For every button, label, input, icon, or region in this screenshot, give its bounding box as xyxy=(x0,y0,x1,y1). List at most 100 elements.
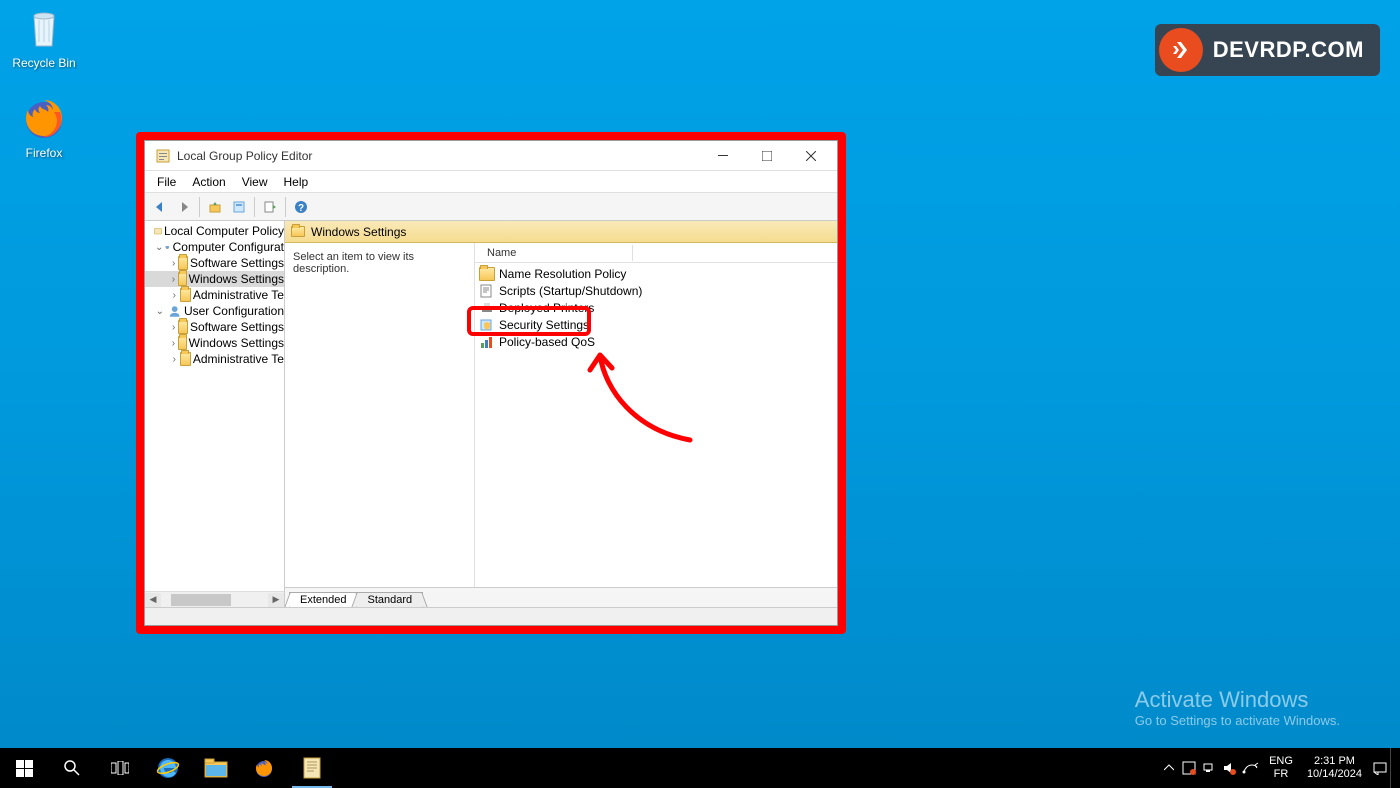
start-button[interactable] xyxy=(0,748,48,788)
list-item-label: Policy-based QoS xyxy=(499,335,595,349)
back-button[interactable] xyxy=(149,196,171,218)
firefox-icon[interactable]: Firefox xyxy=(4,94,84,160)
tree-user-config[interactable]: ⌄ User Configuration xyxy=(145,303,284,319)
help-button[interactable]: ? xyxy=(290,196,312,218)
scroll-left-icon[interactable]: ◀ xyxy=(145,593,161,607)
toolbar: ? xyxy=(145,193,837,221)
printer-icon xyxy=(479,301,495,315)
list-header[interactable]: Name xyxy=(475,243,837,263)
script-icon xyxy=(479,284,495,298)
menu-help[interactable]: Help xyxy=(276,173,317,191)
tree-uc-software[interactable]: › Software Settings xyxy=(145,319,284,335)
tray-volume-icon[interactable] xyxy=(1219,748,1239,788)
tree-cc-admin[interactable]: › Administrative Te xyxy=(145,287,284,303)
up-button[interactable] xyxy=(204,196,226,218)
tree-pane[interactable]: Local Computer Policy ⌄ Computer Configu… xyxy=(145,221,285,607)
maximize-button[interactable] xyxy=(745,142,789,170)
list-item-security[interactable]: Security Settings xyxy=(475,316,837,333)
scroll-right-icon[interactable]: ▶ xyxy=(268,593,284,607)
content-pane: Windows Settings Select an item to view … xyxy=(285,221,837,607)
view-tabs: Extended Standard xyxy=(285,587,837,607)
tree-cc-software[interactable]: › Software Settings xyxy=(145,255,284,271)
tree-root[interactable]: Local Computer Policy xyxy=(145,223,284,239)
content-header: Windows Settings xyxy=(285,221,837,243)
content-header-label: Windows Settings xyxy=(311,225,406,239)
menubar: File Action View Help xyxy=(145,171,837,193)
lang-secondary: FR xyxy=(1269,768,1293,781)
lang-primary: ENG xyxy=(1269,755,1293,768)
taskbar-ie[interactable] xyxy=(144,748,192,788)
menu-file[interactable]: File xyxy=(149,173,184,191)
recycle-bin-icon[interactable]: Recycle Bin xyxy=(4,4,84,70)
description-pane: Select an item to view its description. xyxy=(285,243,475,587)
tree-uc-admin[interactable]: › Administrative Te xyxy=(145,351,284,367)
window-title: Local Group Policy Editor xyxy=(177,149,701,163)
tree-label: Computer Configurat xyxy=(173,240,284,254)
export-button[interactable] xyxy=(259,196,281,218)
qos-icon xyxy=(479,335,495,349)
menu-view[interactable]: View xyxy=(234,173,276,191)
col-name[interactable]: Name xyxy=(483,245,633,261)
tree-label: Windows Settings xyxy=(189,336,284,350)
folder-icon xyxy=(291,226,305,237)
close-button[interactable] xyxy=(789,142,833,170)
tree-hscrollbar[interactable]: ◀ ▶ xyxy=(145,591,284,607)
taskbar-gpedit[interactable] xyxy=(288,748,336,788)
tree-cc-windows[interactable]: › Windows Settings xyxy=(145,271,284,287)
taskbar-firefox[interactable] xyxy=(240,748,288,788)
description-text: Select an item to view its description. xyxy=(293,251,414,275)
list-item-nrp[interactable]: Name Resolution Policy xyxy=(475,265,837,282)
statusbar xyxy=(145,607,837,625)
folder-icon xyxy=(479,267,495,281)
task-view-button[interactable] xyxy=(96,748,144,788)
brand-logo-icon xyxy=(1159,28,1203,72)
clock-time: 2:31 PM xyxy=(1307,755,1362,768)
tree-label: Software Settings xyxy=(190,256,284,270)
forward-button[interactable] xyxy=(173,196,195,218)
tray-language[interactable]: ENG FR xyxy=(1263,755,1299,781)
list-item-label: Security Settings xyxy=(499,318,589,332)
list-pane[interactable]: Name Name Resolution Policy Scripts (Sta… xyxy=(475,243,837,587)
taskbar-explorer[interactable] xyxy=(192,748,240,788)
titlebar[interactable]: Local Group Policy Editor xyxy=(145,141,837,171)
tray-network-icon[interactable] xyxy=(1199,748,1219,788)
tray-chevron-icon[interactable] xyxy=(1159,748,1179,788)
properties-button[interactable] xyxy=(228,196,250,218)
tab-extended[interactable]: Extended xyxy=(289,592,357,607)
tray-security-icon[interactable] xyxy=(1179,748,1199,788)
tray-rdp-icon[interactable] xyxy=(1239,748,1263,788)
brand-watermark: DEVRDP.COM xyxy=(1155,24,1380,76)
list-item-label: Name Resolution Policy xyxy=(499,267,626,281)
tree-uc-windows[interactable]: › Windows Settings xyxy=(145,335,284,351)
trash-icon xyxy=(20,4,68,52)
tree-computer-config[interactable]: ⌄ Computer Configurat xyxy=(145,239,284,255)
taskbar[interactable]: ENG FR 2:31 PM 10/14/2024 xyxy=(0,748,1400,788)
desktop-icon-label: Recycle Bin xyxy=(4,56,84,70)
show-desktop-button[interactable] xyxy=(1390,748,1396,788)
minimize-button[interactable] xyxy=(701,142,745,170)
tree-label: Local Computer Policy xyxy=(164,224,284,238)
tree-label: Windows Settings xyxy=(189,272,284,286)
tree-label: User Configuration xyxy=(184,304,284,318)
tray-clock[interactable]: 2:31 PM 10/14/2024 xyxy=(1299,755,1370,781)
gpedit-window: Local Group Policy Editor File Action Vi… xyxy=(144,140,838,626)
activate-title: Activate Windows xyxy=(1135,687,1340,713)
tree-label: Software Settings xyxy=(190,320,284,334)
activate-windows-watermark: Activate Windows Go to Settings to activ… xyxy=(1135,687,1340,728)
list-item-label: Deployed Printers xyxy=(499,301,594,315)
activate-subtitle: Go to Settings to activate Windows. xyxy=(1135,713,1340,728)
menu-action[interactable]: Action xyxy=(184,173,233,191)
app-icon xyxy=(155,148,171,164)
tree-label: Administrative Te xyxy=(193,288,284,302)
search-button[interactable] xyxy=(48,748,96,788)
tab-standard[interactable]: Standard xyxy=(356,592,423,607)
tray-notifications-icon[interactable] xyxy=(1370,748,1390,788)
tree-label: Administrative Te xyxy=(193,352,284,366)
desktop-icon-label: Firefox xyxy=(4,146,84,160)
list-item-label: Scripts (Startup/Shutdown) xyxy=(499,284,642,298)
list-item-scripts[interactable]: Scripts (Startup/Shutdown) xyxy=(475,282,837,299)
annotation-frame: Local Group Policy Editor File Action Vi… xyxy=(136,132,846,634)
list-item-qos[interactable]: Policy-based QoS xyxy=(475,333,837,350)
list-item-deployed[interactable]: Deployed Printers xyxy=(475,299,837,316)
svg-text:?: ? xyxy=(298,203,304,214)
